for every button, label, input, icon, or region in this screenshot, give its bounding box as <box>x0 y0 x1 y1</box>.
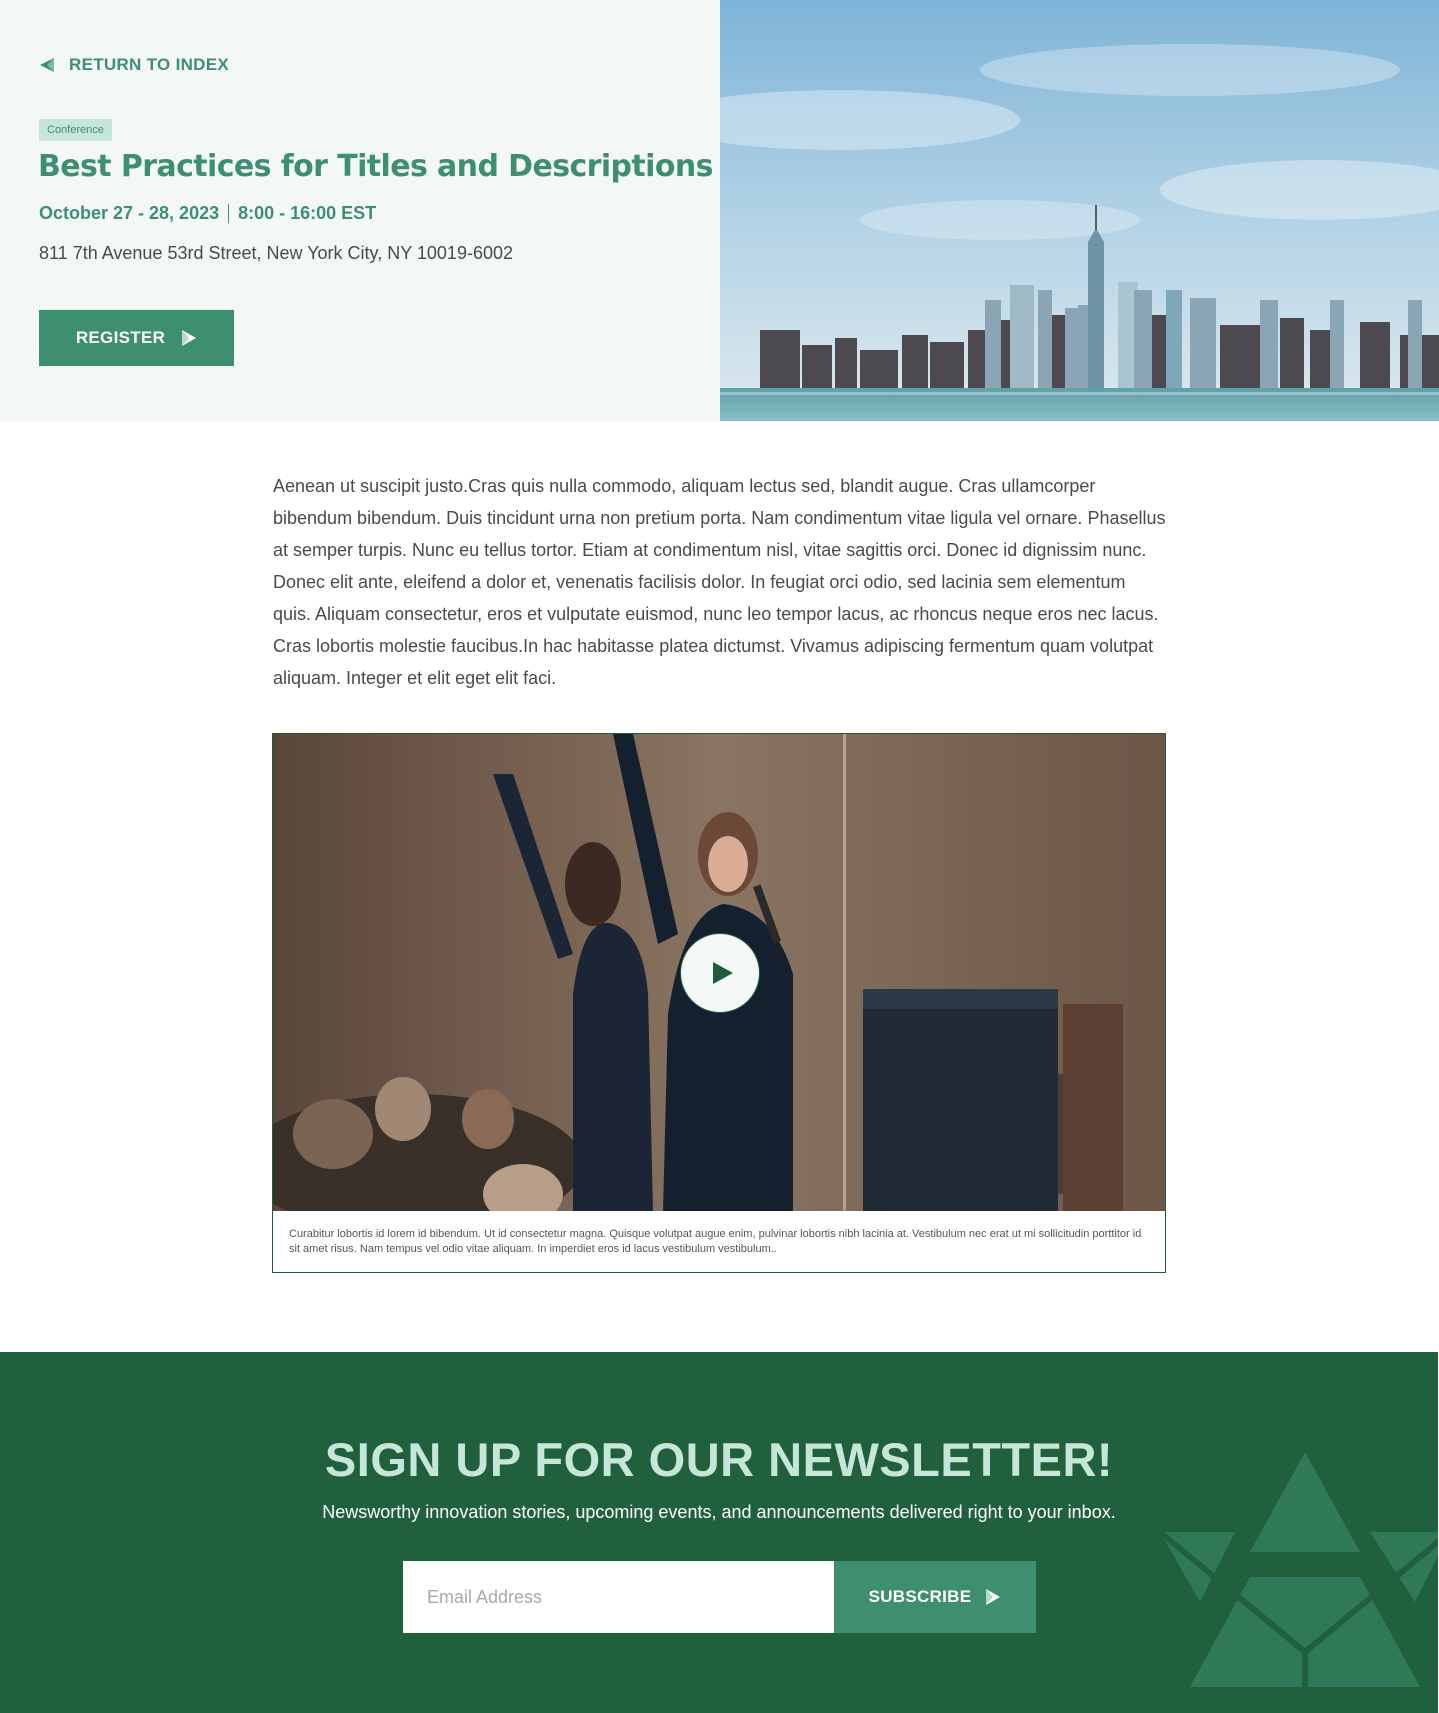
return-to-index-label: RETURN TO INDEX <box>69 55 230 74</box>
newsletter-subtitle: Newsworthy innovation stories, upcoming … <box>322 1502 1116 1522</box>
play-button[interactable] <box>680 933 760 1013</box>
triangle-arrow-right-icon <box>985 1588 1001 1606</box>
register-button-label: REGISTER <box>75 328 166 347</box>
email-input[interactable] <box>403 1561 834 1633</box>
video-card: Curabitur lobortis id lorem id bibendum.… <box>272 733 1166 1273</box>
event-time: 8:00 - 16:00 EST <box>238 203 377 223</box>
register-button[interactable]: REGISTER <box>39 310 234 366</box>
datetime-divider <box>228 204 230 223</box>
triangle-arrow-right-icon <box>181 329 197 347</box>
event-date: October 27 - 28, 2023 <box>39 203 220 223</box>
event-description: Aenean ut suscipit justo.Cras quis nulla… <box>273 476 1166 688</box>
video-player[interactable] <box>273 734 1165 1211</box>
return-to-index-link[interactable]: RETURN TO INDEX <box>39 55 229 75</box>
city-skyline-image <box>720 0 1439 421</box>
play-icon <box>705 960 735 986</box>
event-hero: RETURN TO INDEX Conference Best Practice… <box>0 0 1439 421</box>
event-address: 811 7th Avenue 53rd Street, New York Cit… <box>39 243 513 263</box>
subscribe-button-label: SUBSCRIBE <box>868 1587 972 1606</box>
event-info-panel: RETURN TO INDEX Conference Best Practice… <box>0 0 720 421</box>
event-category-tag: Conference <box>39 119 112 141</box>
event-datetime: October 27 - 28, 2023 8:00 - 16:00 EST <box>39 203 376 224</box>
video-caption: Curabitur lobortis id lorem id bibendum.… <box>289 1228 1142 1255</box>
newsletter-title: SIGN UP FOR OUR NEWSLETTER! <box>324 1433 1114 1486</box>
event-title: Best Practices for Titles and Descriptio… <box>38 149 713 184</box>
triangle-logo-icon <box>1160 1452 1438 1713</box>
subscribe-button[interactable]: SUBSCRIBE <box>834 1561 1036 1633</box>
newsletter-section: SIGN UP FOR OUR NEWSLETTER! Newsworthy i… <box>0 1352 1438 1713</box>
triangle-arrow-left-icon <box>39 57 55 73</box>
newsletter-form: SUBSCRIBE <box>403 1561 1036 1633</box>
